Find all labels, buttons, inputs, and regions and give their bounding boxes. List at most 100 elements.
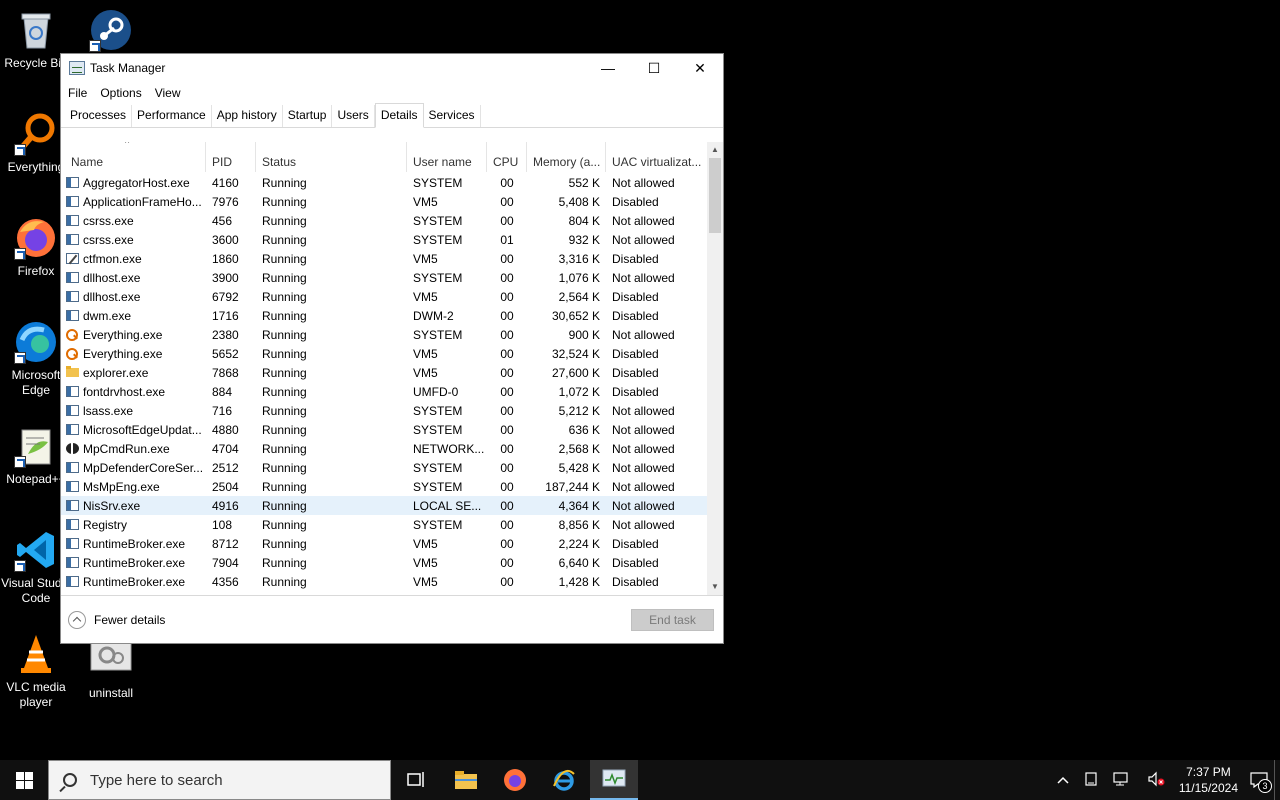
menu-view[interactable]: View xyxy=(155,86,181,100)
close-button[interactable]: ✕ xyxy=(677,54,723,82)
table-row[interactable]: fontdrvhost.exe 884 Running UMFD-0 00 1,072 K… xyxy=(61,382,707,401)
task-view-button[interactable] xyxy=(392,760,440,800)
column-header-user-name[interactable]: User name xyxy=(407,142,487,172)
column-header-status[interactable]: Status xyxy=(256,142,407,172)
table-row[interactable]: RuntimeBroker.exe 8712 Running VM5 00 2,224 K… xyxy=(61,534,707,553)
show-desktop-button[interactable] xyxy=(1274,760,1280,800)
process-name: ApplicationFrameHo... xyxy=(83,194,202,209)
table-row[interactable]: MicrosoftEdgeUpdat... 4880 Running SYSTEM 00… xyxy=(61,420,707,439)
table-row[interactable]: RuntimeBroker.exe 7904 Running VM5 00 6,640 K… xyxy=(61,553,707,572)
tab-services[interactable]: Services xyxy=(424,105,481,127)
recycle-bin-icon xyxy=(14,8,58,52)
system-tray: 7:37 PM 11/15/2024 3 xyxy=(1049,760,1280,800)
column-header-memory[interactable]: Memory (a... xyxy=(527,142,606,172)
menu-file[interactable]: File xyxy=(68,86,87,100)
table-row[interactable]: dwm.exe 1716 Running DWM-2 00 30,652 K Disable… xyxy=(61,306,707,325)
table-row[interactable]: csrss.exe 456 Running SYSTEM 00 804 K Not allo… xyxy=(61,211,707,230)
taskbar-file-explorer[interactable] xyxy=(442,760,490,800)
cell-memory: 27,600 K xyxy=(551,365,600,380)
cell-cpu: 00 xyxy=(500,479,514,494)
maximize-button[interactable]: ☐ xyxy=(631,54,677,82)
fewer-details-button[interactable]: Fewer details xyxy=(68,611,165,629)
application-icon xyxy=(66,272,79,283)
table-row[interactable]: Registry 108 Running SYSTEM 00 8,856 K Not all… xyxy=(61,515,707,534)
cell-name: ApplicationFrameHo... xyxy=(61,195,206,209)
chevron-up-icon xyxy=(1057,776,1069,784)
desktop-icon-uninstall[interactable]: uninstall xyxy=(73,638,149,701)
cell-uac: Disabled xyxy=(612,574,659,589)
cell-pid: 2504 xyxy=(212,479,239,494)
cell-user-name: SYSTEM xyxy=(413,403,463,418)
table-row[interactable]: MpCmdRun.exe 4704 Running NETWORK... 00 2,568… xyxy=(61,439,707,458)
tab-processes[interactable]: Processes xyxy=(65,105,133,127)
scroll-up-icon[interactable]: ▲ xyxy=(707,142,723,158)
cell-name: MsMpEng.exe xyxy=(61,480,206,494)
taskbar-search-box[interactable]: Type here to search xyxy=(48,760,391,800)
table-row[interactable]: dllhost.exe 3900 Running SYSTEM 00 1,076 K Not… xyxy=(61,268,707,287)
menu-options[interactable]: Options xyxy=(100,86,141,100)
cell-status: Running xyxy=(262,479,307,494)
table-body: AggregatorHost.exe 4160 Running SYSTEM 00 552… xyxy=(61,173,707,595)
cell-memory: 636 K xyxy=(568,422,600,437)
process-name: fontdrvhost.exe xyxy=(83,384,166,399)
column-header-uac[interactable]: UAC virtualizat... xyxy=(606,142,707,172)
action-center-button[interactable]: 3 xyxy=(1244,760,1274,800)
table-row[interactable]: RuntimeBroker.exe 4356 Running VM5 00 1,428 K… xyxy=(61,572,707,591)
table-row[interactable]: explorer.exe 7868 Running VM5 00 27,600 K Disa… xyxy=(61,363,707,382)
table-row[interactable]: Everything.exe 5652 Running VM5 00 32,524 K Di… xyxy=(61,344,707,363)
desktop-icon-steam[interactable] xyxy=(73,8,149,56)
cell-memory: 2,568 K xyxy=(558,441,600,456)
scroll-down-icon[interactable]: ▼ xyxy=(707,579,723,595)
cell-memory: 932 K xyxy=(568,232,600,247)
table-row[interactable]: NisSrv.exe 4916 Running LOCAL SE... 00 4,364 … xyxy=(61,496,707,515)
table-row[interactable]: lsass.exe 716 Running SYSTEM 00 5,212 K Not al… xyxy=(61,401,707,420)
minimize-button[interactable]: — xyxy=(585,54,631,82)
title-bar[interactable]: Task Manager — ☐ ✕ xyxy=(61,54,723,82)
cell-cpu: 00 xyxy=(500,346,514,361)
vertical-scrollbar[interactable]: ▲ ▼ xyxy=(707,142,723,595)
folder-icon xyxy=(455,771,477,789)
tab-details[interactable]: Details xyxy=(374,103,424,128)
cell-cpu: 00 xyxy=(500,327,514,342)
taskbar-internet-explorer[interactable] xyxy=(540,760,588,800)
taskbar-task-manager[interactable] xyxy=(590,760,638,800)
tab-users[interactable]: Users xyxy=(332,105,375,127)
clock-date: 11/15/2024 xyxy=(1178,781,1238,795)
taskbar-clock[interactable]: 7:37 PM 11/15/2024 xyxy=(1179,764,1238,796)
table-row[interactable]: MpDefenderCoreSer... 2512 Running SYSTEM 00 5… xyxy=(61,458,707,477)
tray-network-button[interactable] xyxy=(1113,771,1131,790)
volume-muted-icon xyxy=(1148,771,1165,786)
cell-cpu: 00 xyxy=(500,289,514,304)
process-name: MsMpEng.exe xyxy=(83,479,160,494)
process-name: MpCmdRun.exe xyxy=(83,441,170,456)
desktop-icon-label: VLC media player xyxy=(6,680,66,709)
table-row[interactable]: dllhost.exe 6792 Running VM5 00 2,564 K Disabl… xyxy=(61,287,707,306)
show-hidden-icons-button[interactable] xyxy=(1057,773,1069,787)
taskbar-firefox[interactable] xyxy=(491,760,539,800)
end-task-button[interactable]: End task xyxy=(631,609,714,631)
table-row[interactable]: ApplicationFrameHo... 7976 Running VM5 00 5,4… xyxy=(61,192,707,211)
tab-performance[interactable]: Performance xyxy=(132,105,212,127)
start-button[interactable] xyxy=(0,760,48,800)
cell-pid: 5652 xyxy=(212,346,239,361)
tab-app-history[interactable]: App history xyxy=(212,105,283,127)
tray-volume-button[interactable] xyxy=(1147,771,1165,790)
cell-uac: Not allowed xyxy=(612,460,675,475)
table-row[interactable]: csrss.exe 3600 Running SYSTEM 01 932 K Not all… xyxy=(61,230,707,249)
table-row[interactable]: AggregatorHost.exe 4160 Running SYSTEM 00 552… xyxy=(61,173,707,192)
search-icon xyxy=(63,773,77,787)
tray-device-button[interactable] xyxy=(1085,771,1097,789)
process-name: dllhost.exe xyxy=(83,270,141,285)
cell-status: Running xyxy=(262,574,307,589)
cell-name: RuntimeBroker.exe xyxy=(61,537,206,551)
cell-status: Running xyxy=(262,270,307,285)
cell-status: Running xyxy=(262,346,307,361)
scroll-thumb[interactable] xyxy=(709,158,721,233)
table-row[interactable]: MsMpEng.exe 2504 Running SYSTEM 00 187,244 K N… xyxy=(61,477,707,496)
column-header-cpu[interactable]: CPU xyxy=(487,142,527,172)
column-header-name[interactable]: ^ Name xyxy=(61,142,206,172)
column-header-pid[interactable]: PID xyxy=(206,142,256,172)
table-row[interactable]: ctfmon.exe 1860 Running VM5 00 3,316 K Disable… xyxy=(61,249,707,268)
table-row[interactable]: Everything.exe 2380 Running SYSTEM 00 900 K No… xyxy=(61,325,707,344)
tab-startup[interactable]: Startup xyxy=(283,105,333,127)
